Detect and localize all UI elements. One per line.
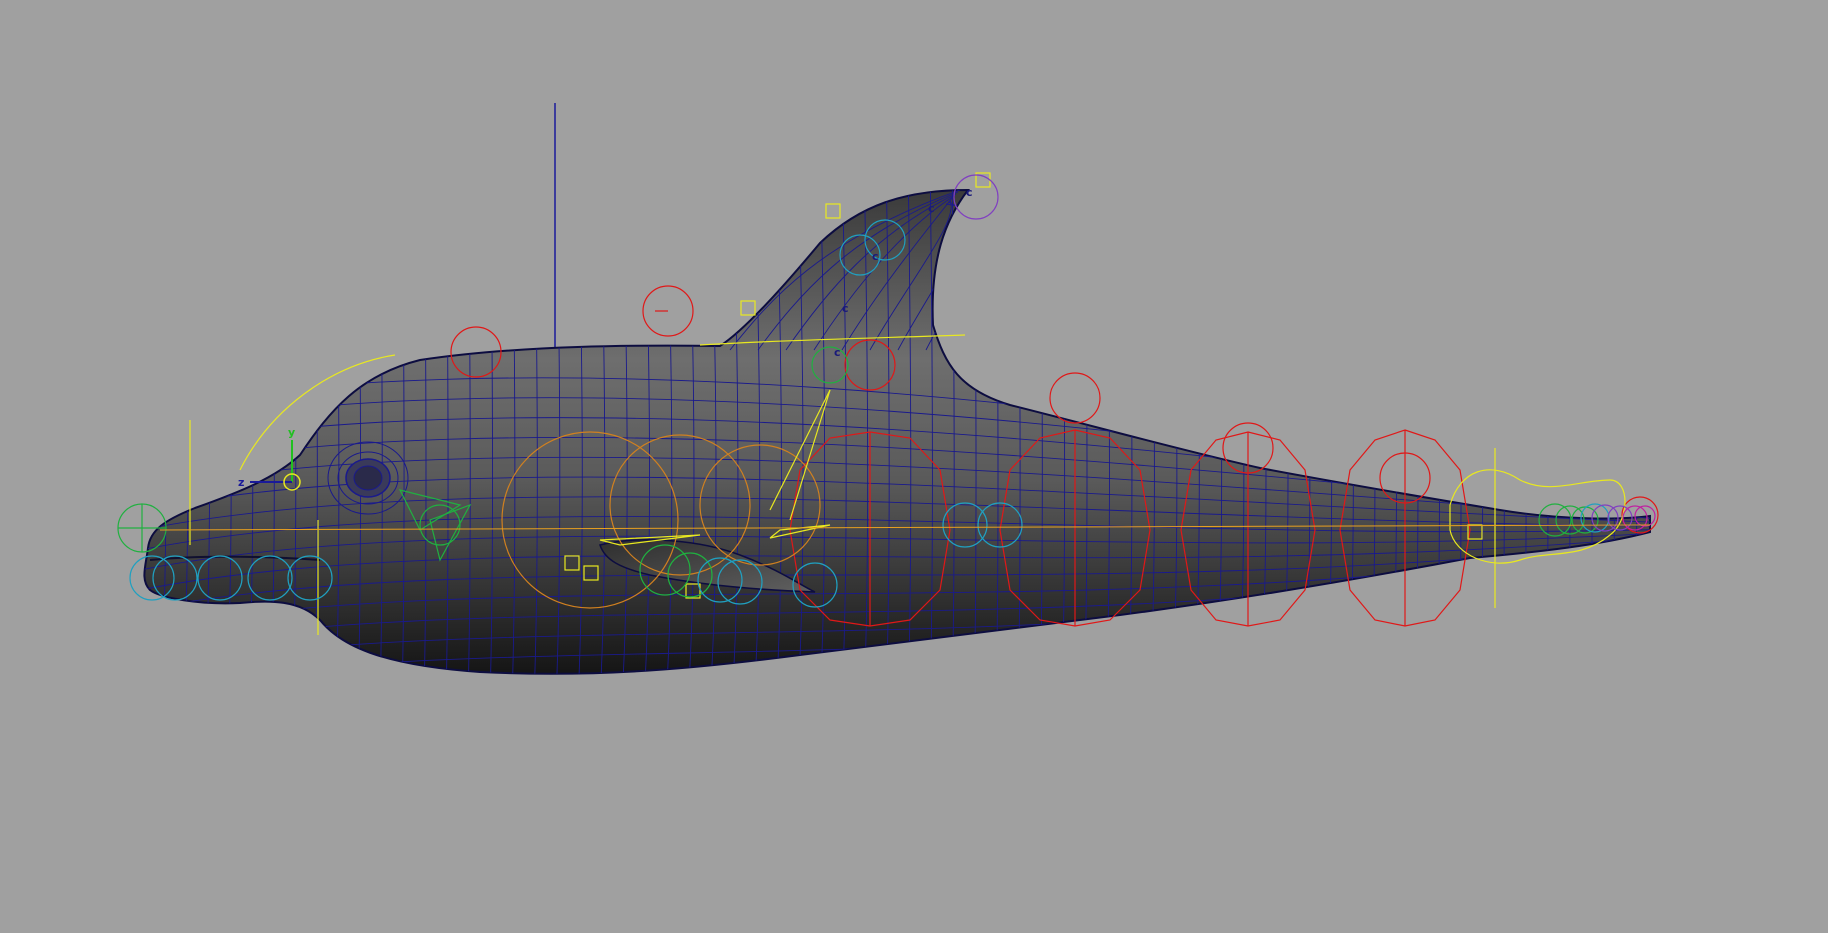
axis-label-y: y <box>288 426 295 439</box>
joint-label: c <box>966 186 973 199</box>
3d-viewport[interactable]: y z c c c c c <box>0 0 1828 933</box>
joint-label: c <box>842 302 849 315</box>
dolphin-mesh[interactable] <box>140 160 1660 710</box>
joint-label: c <box>834 346 841 359</box>
joint-label: c <box>928 202 935 215</box>
viewport-canvas[interactable]: y z c c c c c <box>0 0 1828 933</box>
axis-label-z: z <box>238 476 244 489</box>
joint-label: c <box>872 250 879 263</box>
